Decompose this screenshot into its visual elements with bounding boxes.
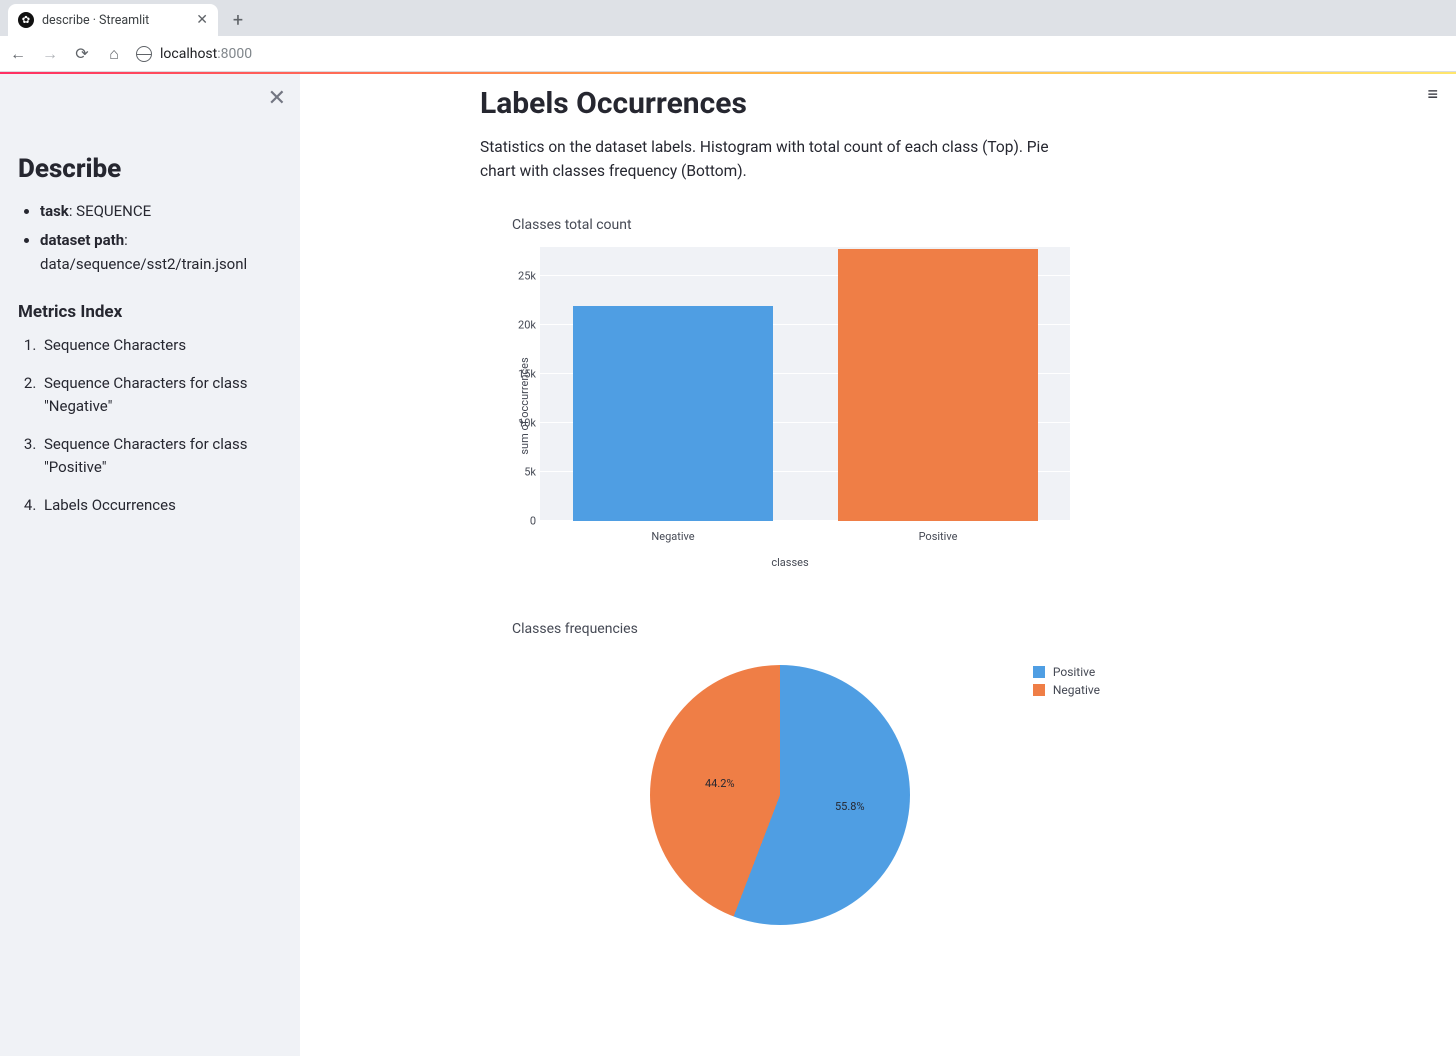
url-host: localhost bbox=[160, 46, 217, 62]
forward-button[interactable]: → bbox=[40, 44, 60, 64]
metrics-index-item[interactable]: Sequence Characters for class "Negative" bbox=[40, 372, 282, 417]
legend-item[interactable]: Negative bbox=[1033, 683, 1100, 697]
bar-chart-block: Classes total count sum of occurrences c… bbox=[480, 217, 1240, 571]
pie-legend: Positive Negative bbox=[1033, 665, 1100, 701]
bar-negative[interactable] bbox=[573, 306, 773, 521]
legend-item[interactable]: Positive bbox=[1033, 665, 1100, 679]
list-item: task: SEQUENCE bbox=[40, 200, 282, 223]
metrics-index-heading: Metrics Index bbox=[18, 302, 282, 322]
legend-label: Negative bbox=[1053, 683, 1100, 697]
bar-chart-title: Classes total count bbox=[512, 217, 1240, 233]
home-button[interactable]: ⌂ bbox=[104, 44, 124, 64]
sidebar: ✕ Describe task: SEQUENCE dataset path: … bbox=[0, 74, 300, 1056]
bar-chart[interactable]: sum of occurrences classes 0 5k 10k 15k … bbox=[480, 241, 1100, 571]
close-tab-icon[interactable]: ✕ bbox=[196, 12, 208, 28]
sidebar-close-icon[interactable]: ✕ bbox=[268, 86, 286, 111]
pie-graphic bbox=[650, 665, 910, 925]
browser-tabstrip: ✿ describe · Streamlit ✕ + bbox=[0, 0, 1456, 36]
x-tick: Positive bbox=[919, 530, 958, 543]
metrics-index-item[interactable]: Sequence Characters bbox=[40, 334, 282, 357]
favicon-icon: ✿ bbox=[18, 12, 34, 28]
y-tick: 0 bbox=[510, 515, 536, 528]
y-tick: 15k bbox=[510, 368, 536, 381]
sidebar-title: Describe bbox=[18, 154, 282, 184]
pie-slice-label-negative: 44.2% bbox=[705, 777, 735, 790]
tab-title: describe · Streamlit bbox=[42, 13, 149, 28]
address-bar[interactable]: localhost:8000 bbox=[136, 46, 252, 62]
reload-button[interactable]: ⟳ bbox=[72, 44, 92, 63]
browser-toolbar: ← → ⟳ ⌂ localhost:8000 bbox=[0, 36, 1456, 72]
pie-slice-label-positive: 55.8% bbox=[835, 800, 865, 813]
pie-chart[interactable]: 55.8% 44.2% Positive Negative bbox=[480, 645, 1100, 965]
list-item: dataset path: data/sequence/sst2/train.j… bbox=[40, 229, 282, 276]
hamburger-menu-icon[interactable]: ≡ bbox=[1427, 86, 1438, 104]
sidebar-meta-list: task: SEQUENCE dataset path: data/sequen… bbox=[18, 200, 282, 276]
y-tick: 25k bbox=[510, 270, 536, 283]
metrics-index-item[interactable]: Sequence Characters for class "Positive" bbox=[40, 433, 282, 478]
back-button[interactable]: ← bbox=[8, 44, 28, 64]
y-tick: 5k bbox=[510, 466, 536, 479]
pie-chart-block: Classes frequencies 55.8% 44.2% Positive… bbox=[480, 621, 1240, 965]
metrics-index-item[interactable]: Labels Occurrences bbox=[40, 494, 282, 517]
metrics-index-list: Sequence Characters Sequence Characters … bbox=[18, 334, 282, 517]
page-heading: Labels Occurrences bbox=[480, 86, 1240, 121]
x-axis-label: classes bbox=[771, 556, 808, 569]
bar-positive[interactable] bbox=[838, 249, 1038, 521]
legend-label: Positive bbox=[1053, 665, 1095, 679]
new-tab-button[interactable]: + bbox=[224, 6, 252, 34]
globe-icon bbox=[136, 46, 152, 62]
url-port: :8000 bbox=[217, 46, 252, 62]
main-content: ≡ Labels Occurrences Statistics on the d… bbox=[300, 74, 1456, 1056]
browser-tab[interactable]: ✿ describe · Streamlit ✕ bbox=[8, 4, 218, 36]
x-tick: Negative bbox=[651, 530, 694, 543]
page-description: Statistics on the dataset labels. Histog… bbox=[480, 135, 1080, 183]
y-tick: 10k bbox=[510, 417, 536, 430]
legend-swatch-icon bbox=[1033, 684, 1045, 696]
legend-swatch-icon bbox=[1033, 666, 1045, 678]
pie-chart-title: Classes frequencies bbox=[512, 621, 1240, 637]
y-tick: 20k bbox=[510, 319, 536, 332]
